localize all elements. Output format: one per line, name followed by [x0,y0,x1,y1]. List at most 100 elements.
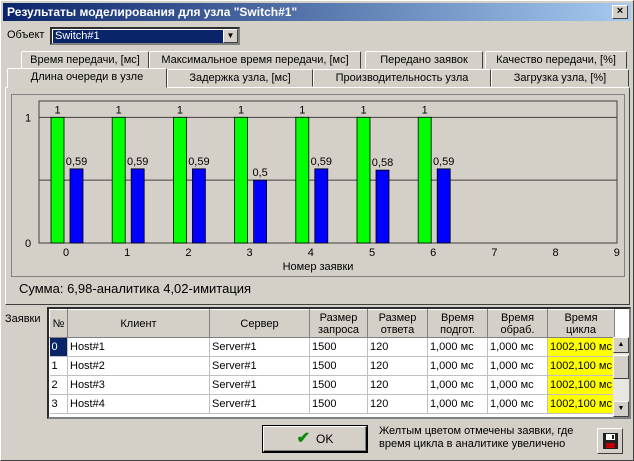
table-cell[interactable]: 1500 [309,356,368,376]
table-cell[interactable]: Host#2 [67,356,210,376]
table-cell[interactable]: 2 [49,375,68,395]
tab-node-performance[interactable]: Производительность узла [313,69,491,87]
tab-node-delay[interactable]: Задержка узла, [мс] [167,69,313,87]
table-cell[interactable]: 1002,100 мс [547,356,615,376]
tab-node-load[interactable]: Загрузка узла, [%] [491,69,629,87]
object-select[interactable]: Switch#1 ▼ [50,27,240,45]
x-tick-label: 2 [185,247,191,259]
table-row[interactable]: 0 Host#1 Server#1 1500 120 1,000 мс 1,000 мс 10… [49,337,615,357]
tab-max-transfer-time[interactable]: Максимальное время передачи, [мс] [149,51,361,69]
tab-transfer-quality[interactable]: Качество передачи, [%] [485,51,627,69]
table-cell[interactable]: 1500 [309,394,368,414]
vertical-scrollbar[interactable]: ▲ ▼ [613,337,629,417]
tab-transferred-requests[interactable]: Передано заявок [365,51,483,69]
table-cell[interactable]: 1,000 мс [427,375,488,395]
table-header-row: № Клиент Сервер Размер запроса Размер ответа… [49,309,615,338]
table-cell[interactable]: 3 [49,394,68,414]
table-cell[interactable]: 1002,100 мс [547,375,615,395]
queue-chart: 0 1 0 1 2 3 4 5 6 7 8 9 Номер заявки 1 1 1 1 1 1 1 0,59 0,59 0… [11,94,625,277]
legend-note: Желтым цветом отмечены заявки, где время… [379,425,574,450]
requests-grid[interactable]: № Клиент Сервер Размер запроса Размер ответа… [47,307,631,419]
blue-bar [69,168,84,244]
table-cell[interactable]: 120 [367,337,428,357]
table-cell[interactable]: Host#4 [67,394,210,414]
object-select-value: Switch#1 [53,30,223,43]
table-cell[interactable]: 1,000 мс [427,394,488,414]
column-header[interactable]: Время подгот. [427,309,488,338]
green-bar [50,116,65,244]
x-tick-label: 4 [308,247,314,259]
close-button[interactable]: × [612,5,628,19]
chart-svg: 0 1 0 1 2 3 4 5 6 7 8 9 Номер заявки 1 1 1 1 1 1 1 0,59 0,59 0… [25,100,620,273]
table-cell[interactable]: 1,000 мс [427,337,488,357]
table-row[interactable]: 1 Host#2 Server#1 1500 120 1,000 мс 1,000 мс 10… [49,356,615,376]
green-bar [295,116,310,244]
blue-bar [314,168,329,244]
data-label: 1 [177,104,183,116]
scroll-down-icon[interactable]: ▼ [613,401,629,417]
data-label: 0,59 [66,156,87,168]
table-cell[interactable]: 120 [367,356,428,376]
table-cell[interactable]: 1002,100 мс [547,337,615,357]
green-bar [356,116,371,244]
y-tick-label: 1 [25,112,31,124]
table-cell[interactable]: Host#1 [67,337,210,357]
column-header[interactable]: Время обраб. [487,309,548,338]
tab-queue-length[interactable]: Длина очереди в узле [7,68,167,88]
blue-bar [436,168,451,244]
ok-button[interactable]: ✔ OK [262,425,368,453]
data-label: 0,58 [372,157,393,169]
data-label: 1 [116,104,122,116]
x-tick-label: 8 [553,247,559,259]
table-cell[interactable]: 120 [367,394,428,414]
table-cell[interactable]: 1500 [309,375,368,395]
column-header[interactable]: № [49,309,68,338]
table-cell[interactable]: 120 [367,375,428,395]
column-header[interactable]: Размер ответа [367,309,428,338]
blue-bar [375,169,390,244]
chevron-down-icon[interactable]: ▼ [223,29,238,43]
object-label: Объект [7,29,45,41]
blue-bar [130,168,145,244]
x-tick-label: 0 [63,247,69,259]
table-cell[interactable]: Server#1 [209,375,310,395]
tab-transfer-time[interactable]: Время передачи, [мс] [21,51,149,69]
column-header[interactable]: Время цикла [547,309,615,338]
data-label: 1 [54,104,60,116]
x-tick-label: 6 [430,247,436,259]
data-label: 0,5 [252,167,267,179]
column-header[interactable]: Клиент [67,309,210,338]
table-row[interactable]: 3 Host#4 Server#1 1500 120 1,000 мс 1,000 мс 10… [49,394,615,414]
table-cell[interactable]: 1,000 мс [487,375,548,395]
data-label: 1 [422,104,428,116]
table-cell[interactable]: 1500 [309,337,368,357]
table-cell[interactable]: 0 [49,337,68,357]
table-cell[interactable]: Server#1 [209,356,310,376]
save-button[interactable] [597,428,623,454]
table-cell[interactable]: Server#1 [209,394,310,414]
blue-bar [253,179,268,244]
scroll-thumb[interactable] [613,355,629,379]
data-label: 0,59 [433,156,454,168]
x-tick-label: 5 [369,247,375,259]
green-bar [172,116,187,244]
table-row[interactable]: 2 Host#3 Server#1 1500 120 1,000 мс 1,000 мс 10… [49,375,615,395]
table-cell[interactable]: Host#3 [67,375,210,395]
table-cell[interactable]: Server#1 [209,337,310,357]
x-tick-label: 3 [247,247,253,259]
requests-table: № Клиент Сервер Размер запроса Размер ответа… [49,309,615,414]
column-header[interactable]: Размер запроса [309,309,368,338]
column-header[interactable]: Сервер [209,309,310,338]
floppy-disk-icon [603,433,618,449]
title-bar: Результаты моделирования для узла "Switc… [3,3,631,21]
x-tick-label: 1 [124,247,130,259]
data-label: 0,59 [188,156,209,168]
table-cell[interactable]: 1,000 мс [487,394,548,414]
table-cell[interactable]: 1,000 мс [427,356,488,376]
table-cell[interactable]: 1,000 мс [487,356,548,376]
table-cell[interactable]: 1 [49,356,68,376]
summary-text: Сумма: 6,98-аналитика 4,02-имитация [19,281,252,296]
table-cell[interactable]: 1,000 мс [487,337,548,357]
table-cell[interactable]: 1002,100 мс [547,394,615,414]
scroll-up-icon[interactable]: ▲ [613,337,629,353]
